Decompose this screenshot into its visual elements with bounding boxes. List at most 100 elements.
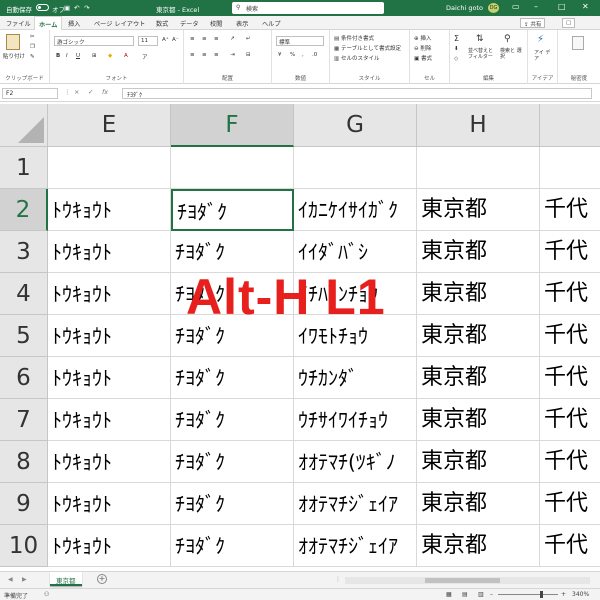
copy-icon[interactable]: ❐	[30, 44, 35, 50]
scrollbar-thumb[interactable]	[425, 578, 500, 583]
column-header[interactable]: F	[171, 104, 294, 147]
more-sheets-icon[interactable]: ⋮	[335, 576, 341, 583]
ideas-text[interactable]: アイ デア	[534, 50, 554, 62]
row-header[interactable]: 10	[0, 525, 48, 567]
table-cell[interactable]: 千代	[540, 189, 600, 231]
table-cell[interactable]	[294, 147, 417, 189]
decrease-font-icon[interactable]: A⁻	[172, 37, 179, 43]
page-layout-view-icon[interactable]: ▤	[462, 591, 468, 598]
table-cell[interactable]: ﾄｳｷｮｳﾄ	[48, 441, 171, 483]
align-center-icon[interactable]: ≡	[202, 52, 207, 58]
minimize-icon[interactable]: –	[534, 2, 538, 11]
table-cell[interactable]: 千代	[540, 315, 600, 357]
table-cell[interactable]: 千代	[540, 483, 600, 525]
font-name-select[interactable]: 游ゴシック	[54, 36, 134, 46]
autosave-toggle[interactable]	[36, 4, 49, 11]
fill-color-icon[interactable]: ◆	[108, 53, 112, 59]
table-cell[interactable]: 東京都	[417, 357, 540, 399]
comma-icon[interactable]: ,	[302, 52, 304, 58]
row-header[interactable]: 8	[0, 441, 48, 483]
table-cell[interactable]: 東京都	[417, 483, 540, 525]
table-cell[interactable]: ｲｲﾀﾞﾊﾞｼ	[294, 231, 417, 273]
row-header[interactable]: 6	[0, 357, 48, 399]
table-cell[interactable]: ﾄｳｷｮｳﾄ	[48, 315, 171, 357]
table-cell[interactable]	[540, 147, 600, 189]
redo-icon[interactable]: ↷	[84, 4, 89, 12]
orientation-icon[interactable]: ↗	[230, 36, 235, 42]
table-cell[interactable]: 東京都	[417, 189, 540, 231]
table-cell[interactable]: ｵｵﾃﾏﾁｼﾞｪｲｱ	[294, 483, 417, 525]
column-header[interactable]: G	[294, 104, 417, 147]
phonetic-icon[interactable]: ア	[142, 53, 148, 61]
ideas-icon[interactable]: ⚡	[537, 34, 544, 45]
table-cell[interactable]	[48, 147, 171, 189]
table-cell[interactable]: 千代	[540, 357, 600, 399]
row-header[interactable]: 3	[0, 231, 48, 273]
table-cell[interactable]: ﾁﾖﾀﾞｸ	[171, 357, 294, 399]
table-cell[interactable]: 東京都	[417, 399, 540, 441]
tab-data[interactable]: データ	[180, 19, 199, 28]
sort-filter-icon[interactable]: ⇅	[476, 34, 484, 44]
next-sheet-icon[interactable]: ▶	[22, 576, 27, 583]
wrap-text-icon[interactable]: ↵	[246, 36, 251, 42]
tab-home[interactable]: ホーム	[34, 16, 63, 31]
table-cell[interactable]: 東京都	[417, 441, 540, 483]
page-break-view-icon[interactable]: ▥	[478, 591, 484, 598]
table-cell[interactable]: 千代	[540, 273, 600, 315]
table-cell[interactable]: ﾄｳｷｮｳﾄ	[48, 483, 171, 525]
ribbon-display-icon[interactable]: ▭	[512, 2, 520, 11]
normal-view-icon[interactable]: ▦	[446, 591, 452, 598]
row-header[interactable]: 4	[0, 273, 48, 315]
table-cell[interactable]: ｲｶﾆｹｲｻｲｶﾞｸ	[294, 189, 417, 231]
format-painter-icon[interactable]: ✎	[30, 54, 35, 60]
paste-icon[interactable]	[6, 34, 20, 50]
font-size-select[interactable]: 11	[138, 36, 158, 46]
search-box[interactable]: ⚲ 検索	[232, 2, 384, 14]
undo-icon[interactable]: ↶	[74, 4, 79, 12]
table-cell[interactable]: 東京都	[417, 231, 540, 273]
add-sheet-button[interactable]: +	[97, 574, 107, 584]
autosum-icon[interactable]: Σ	[454, 34, 459, 43]
paste-label[interactable]: 貼り付け	[3, 52, 25, 60]
zoom-slider[interactable]	[498, 591, 558, 598]
tab-page-layout[interactable]: ページ レイアウト	[94, 19, 145, 28]
table-cell[interactable]: 東京都	[417, 315, 540, 357]
sensitivity-icon[interactable]	[572, 36, 584, 50]
accessibility-icon[interactable]: ⚇	[44, 591, 49, 598]
comment-button[interactable]: ▢	[562, 18, 576, 28]
table-cell[interactable]: 千代	[540, 441, 600, 483]
column-header[interactable]: E	[48, 104, 171, 147]
zoom-out-icon[interactable]: –	[490, 591, 493, 598]
percent-icon[interactable]: %	[290, 52, 295, 58]
zoom-in-icon[interactable]: +	[561, 591, 566, 598]
underline-button[interactable]: U	[76, 53, 80, 59]
bold-button[interactable]: B	[56, 53, 60, 59]
table-cell[interactable]: ﾄｳｷｮｳﾄ	[48, 231, 171, 273]
column-header[interactable]: H	[417, 104, 540, 147]
table-cell[interactable]: ｵｵﾃﾏﾁ(ﾂｷﾞﾉ	[294, 441, 417, 483]
sheet-tab[interactable]: 東京都	[50, 572, 82, 586]
align-left-icon[interactable]: ≡	[190, 52, 195, 58]
table-cell[interactable]: ｵｵﾃﾏﾁｼﾞｪｲｱ	[294, 525, 417, 567]
insert-cells-button[interactable]: ⊕ 挿入	[414, 34, 431, 42]
format-as-table-button[interactable]: ▦ テーブルとして書式設定	[334, 44, 401, 52]
indent-icon[interactable]: ⇥	[230, 52, 235, 58]
table-cell[interactable]: ｳﾁｻｲﾜｲﾁｮｳ	[294, 399, 417, 441]
prev-sheet-icon[interactable]: ◀	[8, 576, 13, 583]
table-cell[interactable]: 千代	[540, 525, 600, 567]
table-cell[interactable]: ﾁﾖﾀﾞｸ	[171, 525, 294, 567]
share-button[interactable]: ⇪ 共有	[520, 18, 546, 28]
merge-icon[interactable]: ⊟	[246, 52, 251, 58]
italic-button[interactable]: I	[66, 53, 68, 59]
increase-font-icon[interactable]: A⁺	[162, 37, 169, 43]
find-select-icon[interactable]: ⚲	[504, 34, 511, 44]
tab-view[interactable]: 表示	[236, 19, 248, 28]
align-bottom-icon[interactable]: ≡	[214, 36, 219, 42]
avatar[interactable]: DG	[488, 3, 499, 13]
table-cell[interactable]: ｳﾁｶﾝﾀﾞ	[294, 357, 417, 399]
table-cell[interactable]: ﾁﾖﾀﾞｸ	[171, 399, 294, 441]
tab-help[interactable]: ヘルプ	[262, 19, 281, 28]
align-middle-icon[interactable]: ≡	[202, 36, 207, 42]
row-header[interactable]: 9	[0, 483, 48, 525]
font-color-icon[interactable]: A	[124, 53, 128, 59]
